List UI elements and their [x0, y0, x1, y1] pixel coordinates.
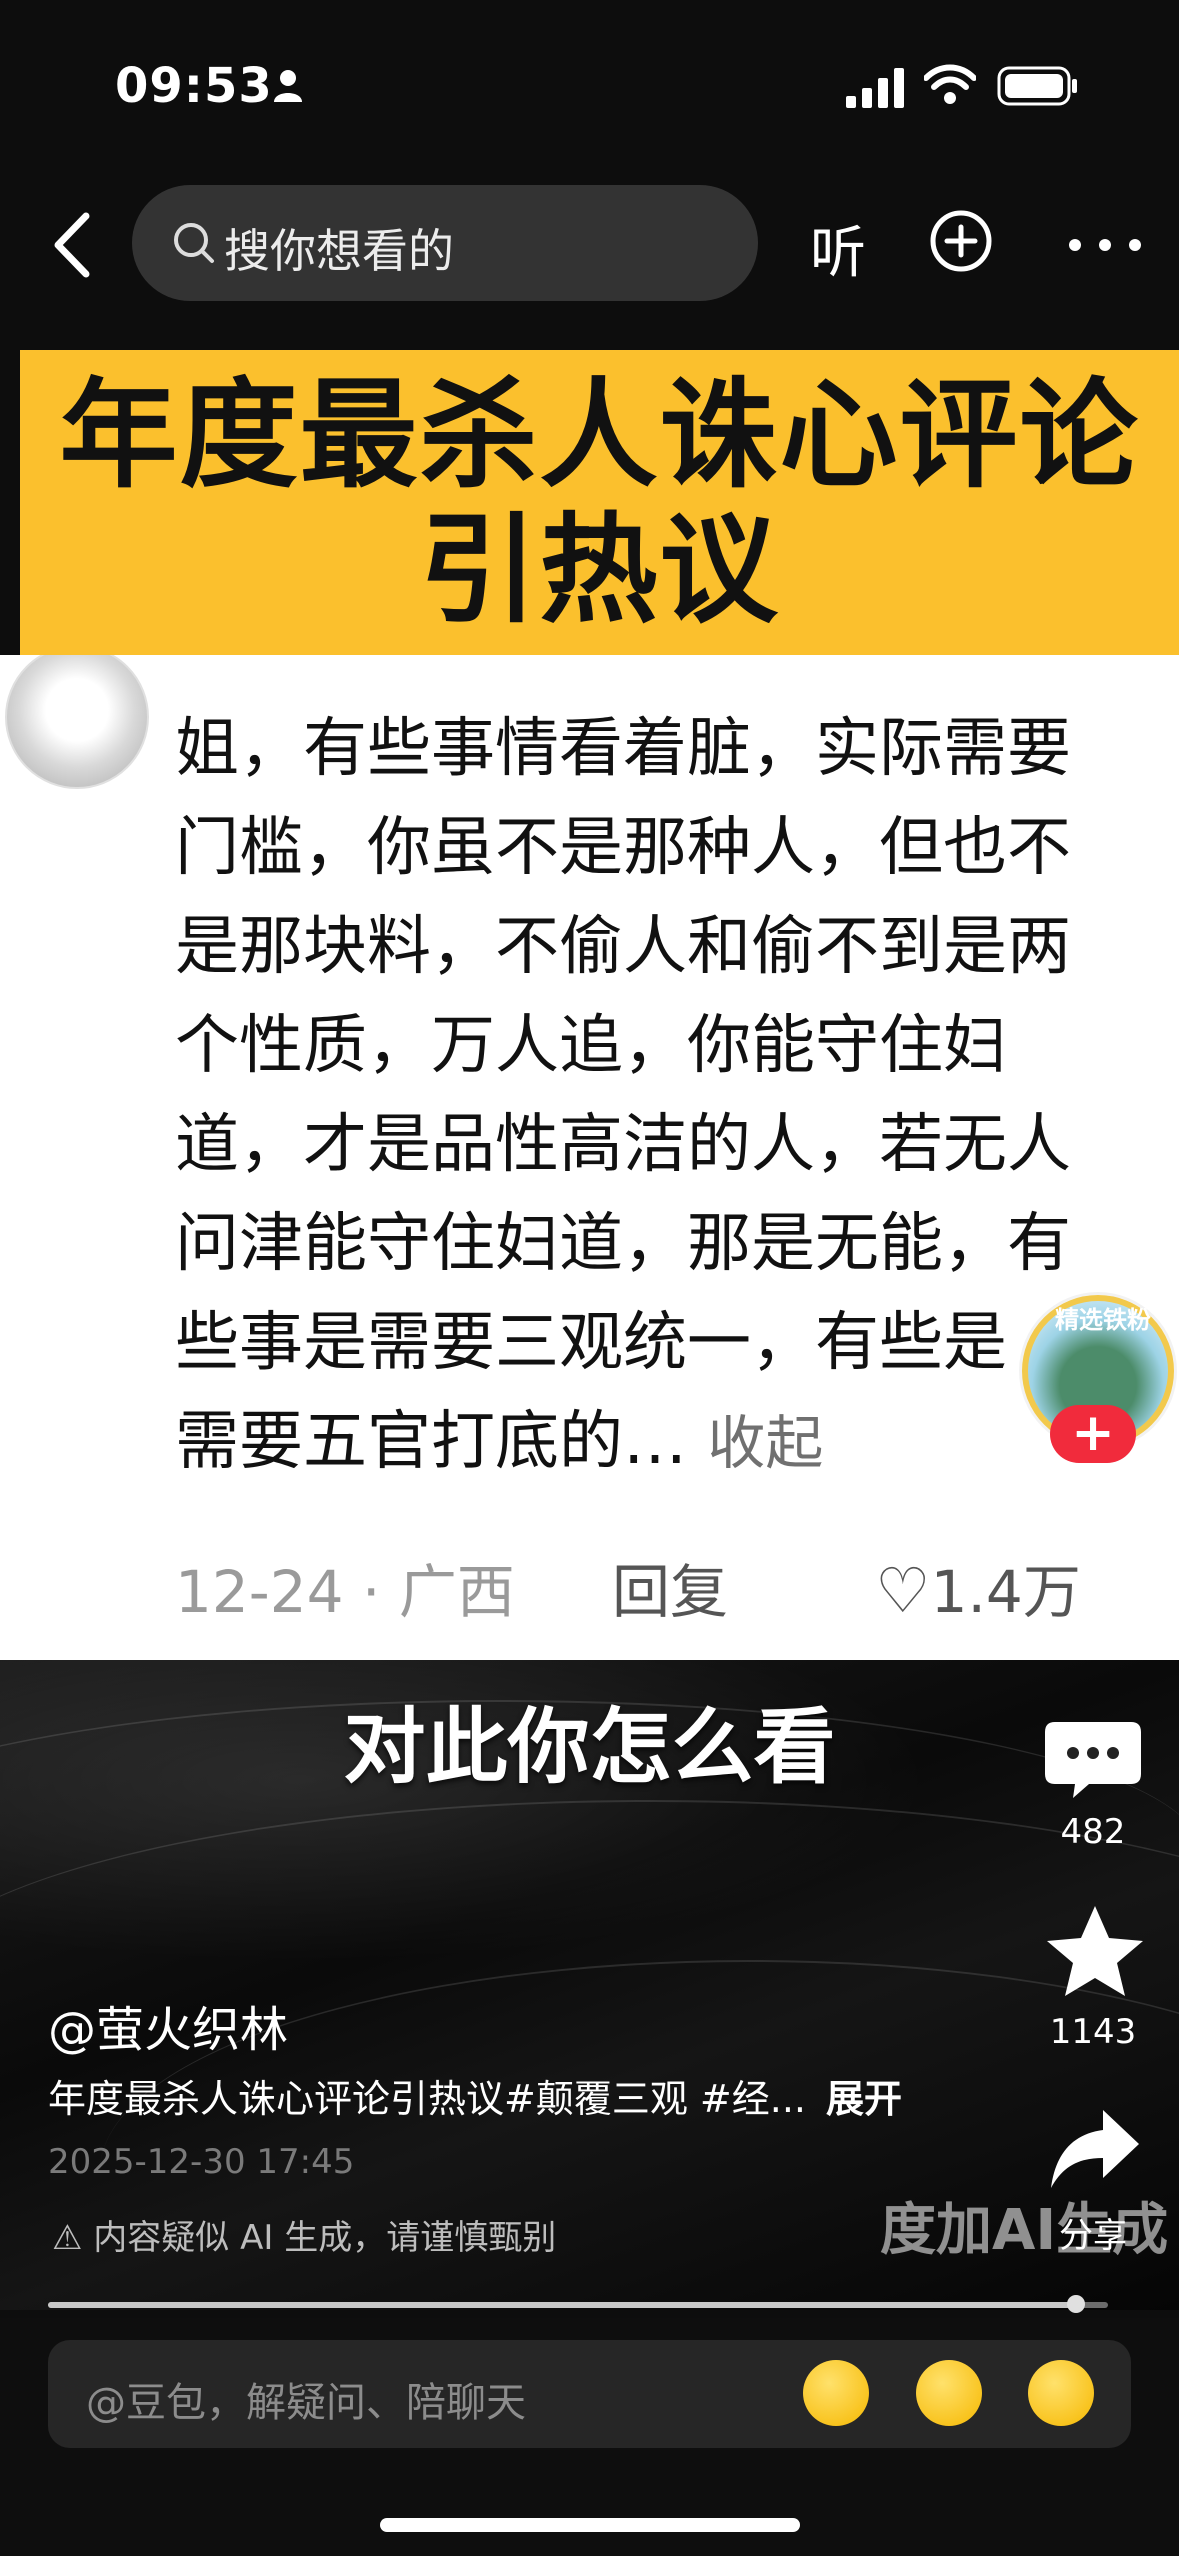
author-name[interactable]: @萤火织林 — [48, 1990, 288, 2060]
banner: 年度最杀人诛心评论引热议 — [20, 350, 1179, 655]
crying-emoji-icon[interactable] — [916, 2360, 982, 2426]
comment-line: 门槛，你虽不是那种人，但也不 — [175, 811, 1071, 885]
laughing-emoji-icon[interactable] — [1028, 2360, 1094, 2426]
comment-date-location: 12-24 · 广西 — [175, 1558, 515, 1626]
video-date: 2025-12-30 17:45 — [48, 2142, 355, 2182]
comment-like-count: 1.4万 — [930, 1558, 1081, 1626]
plus-circle-icon[interactable] — [930, 210, 992, 272]
reply-button[interactable]: 回复 — [612, 1545, 728, 1629]
banner-title: 年度最杀人诛心评论引热议 — [59, 365, 1140, 639]
follow-plus-button[interactable]: + — [1050, 1405, 1136, 1463]
warning-icon: ⚠ — [52, 2218, 94, 2258]
heart-icon: ♡ — [875, 1554, 931, 1627]
person-icon — [274, 70, 302, 102]
comment-line: 需要五官打底的… — [175, 1405, 687, 1479]
back-button[interactable] — [44, 210, 104, 280]
search-input[interactable]: 搜你想看的 — [132, 185, 758, 301]
video-caption: 对此你怎么看 — [343, 1700, 836, 1795]
progress-fill — [48, 2302, 1077, 2308]
grin-emoji-icon[interactable] — [803, 2360, 869, 2426]
collapse-link[interactable]: 收起 — [707, 1409, 823, 1477]
expand-link[interactable]: 展开 — [826, 2077, 902, 2121]
home-indicator — [380, 2518, 800, 2532]
search-icon — [174, 223, 214, 263]
comment-like-button[interactable]: ♡1.4万 — [875, 1545, 1081, 1629]
comment-line: 些事是需要三观统一，有些是 — [175, 1306, 1007, 1380]
ai-notice-text: 内容疑似 AI 生成，请谨慎甄别 — [93, 2218, 557, 2258]
comment-line: 问津能守住妇道，那是无能，有 — [175, 1207, 1071, 1281]
comment-card: 姐，有些事情看着脏，实际需要 门槛，你虽不是那种人，但也不 是那块料，不偷人和偷… — [0, 655, 1179, 1660]
video-description: 年度最杀人诛心评论引热议#颠覆三观 #经... 展开 — [48, 2068, 948, 2123]
comment-line: 姐，有些事情看着脏，实际需要 — [175, 712, 1071, 786]
comment-line: 是那块料，不偷人和偷不到是两 — [175, 910, 1071, 984]
progress-knob[interactable] — [1067, 2295, 1086, 2313]
chat-placeholder: @豆包，解疑问、陪聊天 — [86, 2380, 526, 2426]
wifi-icon — [924, 64, 976, 104]
chat-input[interactable]: @豆包，解疑问、陪聊天 — [48, 2340, 1131, 2448]
search-placeholder: 搜你想看的 — [224, 224, 454, 278]
description-text: 年度最杀人诛心评论引热议#颠覆三观 #经... — [48, 2077, 806, 2121]
battery-icon — [997, 66, 1077, 106]
star-icon[interactable] — [1035, 1900, 1155, 2000]
comment-count: 482 — [1060, 1812, 1126, 1852]
ai-notice: ⚠ 内容疑似 AI 生成，请谨慎甄别 — [52, 2210, 556, 2259]
avatar[interactable] — [5, 655, 149, 789]
signal-icon — [846, 68, 904, 108]
star-count: 1143 — [1049, 2012, 1137, 2052]
listen-button[interactable]: 听 — [810, 208, 866, 289]
more-icon[interactable] — [1060, 230, 1150, 260]
comment-icon[interactable] — [1033, 1712, 1153, 1802]
comment-line: 道，才是品性高洁的人，若无人 — [175, 1108, 1071, 1182]
status-time: 09:53 — [115, 58, 273, 114]
comment-line: 个性质，万人追，你能守住妇 — [175, 1009, 1007, 1083]
floating-badge-label: 精选铁粉 — [1055, 1306, 1151, 1334]
ai-watermark: 度加AI生成 — [880, 2198, 1169, 2263]
